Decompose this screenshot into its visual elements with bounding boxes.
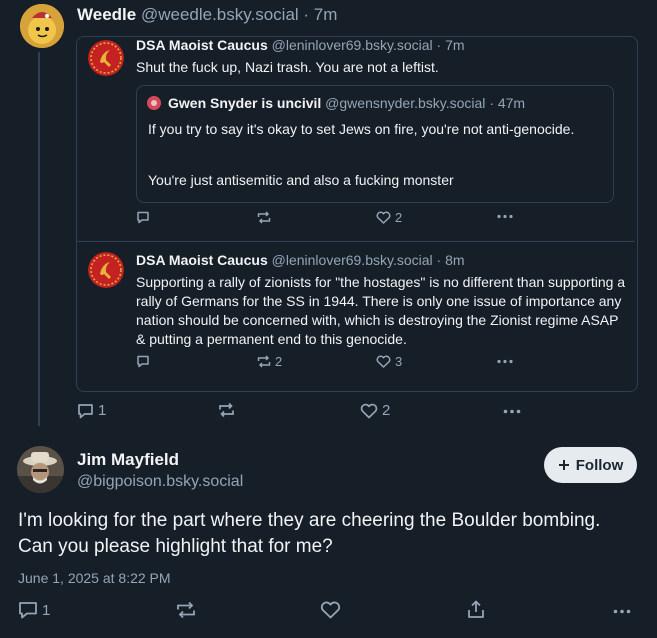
quote2-like-count: 3 <box>395 354 403 369</box>
quote1-time[interactable]: · 7m <box>437 37 465 53</box>
quote1-author[interactable]: DSA Maoist Caucus <box>136 37 268 53</box>
quote2-like-button[interactable]: 3 <box>376 354 402 371</box>
like-icon <box>376 211 391 224</box>
quote2-author[interactable]: DSA Maoist Caucus <box>136 252 268 268</box>
nested-handle[interactable]: @gwensnyder.bsky.social <box>325 95 485 111</box>
post2-author[interactable]: Jim Mayfield <box>77 450 179 470</box>
plus-icon <box>558 460 569 470</box>
post1-handle[interactable]: @weedle.bsky.social <box>141 5 299 24</box>
post1-reply-button[interactable]: 1 <box>77 402 106 423</box>
repost-icon <box>257 211 271 224</box>
like-icon <box>360 403 378 418</box>
follow-label: Follow <box>575 456 624 474</box>
post1-like-count: 2 <box>382 402 391 419</box>
nested-author[interactable]: Gwen Snyder is uncivil <box>168 95 321 111</box>
quote1-repost-button[interactable] <box>257 211 271 224</box>
post1-repost-button[interactable] <box>218 402 235 418</box>
repost-icon <box>219 402 234 418</box>
post2-repost-button[interactable] <box>176 601 196 619</box>
quote1-like-count: 2 <box>395 210 403 225</box>
avatar-dsa-2[interactable] <box>88 252 124 288</box>
quote1-more-button[interactable] <box>497 214 513 219</box>
quote2-time[interactable]: · 8m <box>437 252 465 268</box>
post2-text: I'm looking for the part where they are … <box>18 510 601 557</box>
avatar-dsa-1[interactable] <box>88 40 124 76</box>
post2-like-button[interactable] <box>320 601 341 619</box>
quote1-reply-button[interactable] <box>136 211 150 224</box>
more-icon <box>497 359 513 364</box>
quote1-like-button[interactable]: 2 <box>376 210 402 227</box>
post1-time[interactable]: · 7m <box>303 5 337 24</box>
quote2-header: DSA Maoist Caucus @leninlover69.bsky.soc… <box>136 252 465 268</box>
reply-icon <box>137 211 149 224</box>
post2-reply-button[interactable]: 1 <box>18 601 50 623</box>
quote2-more-button[interactable] <box>497 359 513 364</box>
quote2-reply-button[interactable] <box>136 355 150 368</box>
nested-text-2: You're just antisemitic and also a fucki… <box>148 172 454 188</box>
post2-reply-count: 1 <box>42 601 51 619</box>
quote-divider <box>77 241 635 242</box>
post2-share-button[interactable] <box>467 600 485 619</box>
like-icon <box>320 601 341 619</box>
post2-more-button[interactable] <box>613 609 631 614</box>
post1-like-button[interactable]: 2 <box>360 402 390 423</box>
quote2-repost-button[interactable]: 2 <box>257 354 282 371</box>
more-icon <box>497 214 513 219</box>
nested-text-1: If you try to say it's okay to set Jews … <box>148 121 575 137</box>
post1-header: Weedle @weedle.bsky.social · 7m <box>77 5 337 25</box>
post1-more-button[interactable] <box>503 409 521 414</box>
more-icon <box>503 409 521 414</box>
avatar-weedle[interactable] <box>20 4 64 48</box>
avatar-gwen[interactable] <box>147 96 161 110</box>
reply-icon <box>78 403 93 418</box>
repost-icon <box>257 355 271 368</box>
post2-timestamp[interactable]: June 1, 2025 at 8:22 PM <box>18 570 171 586</box>
repost-icon <box>177 601 195 619</box>
post2-handle[interactable]: @bigpoison.bsky.social <box>77 473 243 491</box>
quote1-header: DSA Maoist Caucus @leninlover69.bsky.soc… <box>136 37 465 53</box>
quote2-repost-count: 2 <box>275 354 283 369</box>
share-icon <box>468 600 484 618</box>
nested-header: Gwen Snyder is uncivil @gwensnyder.bsky.… <box>168 95 525 111</box>
reply-icon <box>19 602 37 619</box>
follow-button[interactable]: Follow <box>544 447 637 483</box>
quote2-handle[interactable]: @leninlover69.bsky.social <box>272 252 433 268</box>
reply-icon <box>137 355 149 368</box>
post1-author[interactable]: Weedle <box>77 5 136 24</box>
like-icon <box>376 355 391 368</box>
nested-time[interactable]: · 47m <box>489 95 525 111</box>
more-icon <box>613 609 631 614</box>
quote1-handle[interactable]: @leninlover69.bsky.social <box>272 37 433 53</box>
quote2-text: Supporting a rally of zionists for "the … <box>136 274 626 347</box>
avatar-jim[interactable] <box>17 446 64 493</box>
thread-line <box>38 52 40 426</box>
quote1-text: Shut the fuck up, Nazi trash. You are no… <box>136 59 439 75</box>
post1-reply-count: 1 <box>98 402 107 419</box>
